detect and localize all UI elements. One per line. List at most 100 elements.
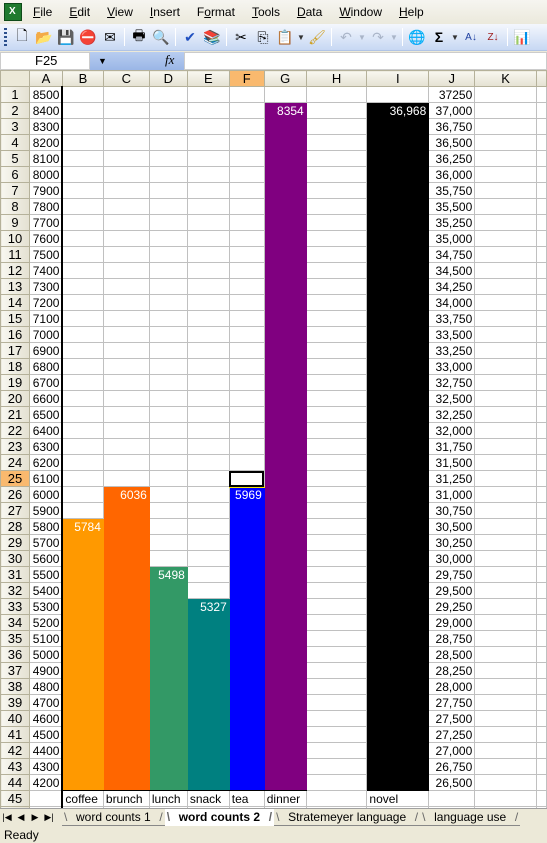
bar-brunch[interactable] [102, 630, 150, 647]
row-header-38[interactable]: 38 [0, 678, 30, 695]
cell-d6[interactable] [148, 166, 188, 183]
row-header-16[interactable]: 16 [0, 326, 30, 343]
cell-l43[interactable] [535, 758, 547, 775]
cell-a17[interactable]: 6900 [28, 342, 64, 359]
cell-a21[interactable]: 6500 [28, 406, 64, 423]
bar-coffee[interactable] [61, 758, 104, 775]
cell-j36[interactable]: 28,500 [428, 646, 476, 663]
cell-h9[interactable] [305, 214, 368, 231]
cell-j31[interactable]: 29,750 [428, 566, 476, 583]
cell-k21[interactable] [474, 406, 537, 423]
cell-e6[interactable] [186, 166, 230, 183]
menu-help[interactable]: Help [398, 3, 425, 21]
row-header-10[interactable]: 10 [0, 230, 30, 247]
cell-k45[interactable] [474, 790, 537, 807]
first-sheet-icon[interactable]: |◀ [0, 812, 14, 823]
cell-k43[interactable] [474, 758, 537, 775]
cell-b26[interactable] [61, 486, 104, 503]
bar-novel[interactable] [366, 166, 430, 183]
cell-c13[interactable] [102, 278, 150, 295]
bar-dinner[interactable] [263, 326, 307, 343]
row-header-42[interactable]: 42 [0, 742, 30, 759]
row-header-31[interactable]: 31 [0, 566, 30, 583]
cell-e31[interactable] [186, 566, 230, 583]
cell-c6[interactable] [102, 166, 150, 183]
cell-f11[interactable] [228, 246, 265, 263]
cell-h41[interactable] [305, 726, 368, 743]
cell-e19[interactable] [186, 374, 230, 391]
cell-h1[interactable] [305, 86, 368, 103]
bar-dinner[interactable] [263, 662, 307, 679]
cell-f24[interactable] [228, 454, 265, 471]
bar-tea[interactable] [228, 582, 265, 599]
cell-f23[interactable] [228, 438, 265, 455]
bar-dinner[interactable] [263, 678, 307, 695]
bar-coffee[interactable] [61, 566, 104, 583]
bar-brunch[interactable] [102, 774, 150, 791]
bar-novel[interactable] [366, 470, 430, 487]
cell-h12[interactable] [305, 262, 368, 279]
cell-e20[interactable] [186, 390, 230, 407]
cell-d26[interactable] [148, 486, 188, 503]
cell-a30[interactable]: 5600 [28, 550, 64, 567]
bar-lunch[interactable] [148, 710, 188, 727]
bar-novel[interactable]: 36,968 [366, 102, 430, 119]
cell-h19[interactable] [305, 374, 368, 391]
bar-dinner[interactable] [263, 438, 307, 455]
bar-novel[interactable] [366, 758, 430, 775]
cell-h40[interactable] [305, 710, 368, 727]
cut-icon[interactable]: ✂ [230, 26, 252, 48]
bar-novel[interactable] [366, 326, 430, 343]
cell-j10[interactable]: 35,000 [428, 230, 476, 247]
cell-h6[interactable] [305, 166, 368, 183]
select-all-corner[interactable] [0, 70, 30, 87]
cell-j15[interactable]: 33,750 [428, 310, 476, 327]
cell-d7[interactable] [148, 182, 188, 199]
bar-tea[interactable] [228, 774, 265, 791]
cell-l7[interactable] [535, 182, 547, 199]
bar-dinner[interactable] [263, 422, 307, 439]
row-header-3[interactable]: 3 [0, 118, 30, 135]
bar-snack[interactable]: 5327 [186, 598, 230, 615]
bar-novel[interactable] [366, 406, 430, 423]
row-header-28[interactable]: 28 [0, 518, 30, 535]
cell-k9[interactable] [474, 214, 537, 231]
cell-d9[interactable] [148, 214, 188, 231]
cell-a36[interactable]: 5000 [28, 646, 64, 663]
cell-c14[interactable] [102, 294, 150, 311]
bar-dinner[interactable] [263, 630, 307, 647]
cell-f18[interactable] [228, 358, 265, 375]
cell-d23[interactable] [148, 438, 188, 455]
cell-k41[interactable] [474, 726, 537, 743]
bar-coffee[interactable] [61, 550, 104, 567]
cell-a41[interactable]: 4500 [28, 726, 64, 743]
open-icon[interactable]: 📂 [33, 26, 55, 48]
cell-b17[interactable] [61, 342, 104, 359]
cell-j38[interactable]: 28,000 [428, 678, 476, 695]
row-header-9[interactable]: 9 [0, 214, 30, 231]
cell-b3[interactable] [61, 118, 104, 135]
fx-icon[interactable]: fx [163, 51, 184, 70]
cell-k32[interactable] [474, 582, 537, 599]
cell-e30[interactable] [186, 550, 230, 567]
copy-icon[interactable]: ⎘ [252, 26, 274, 48]
cell-h4[interactable] [305, 134, 368, 151]
cell-j25[interactable]: 31,250 [428, 470, 476, 487]
bar-snack[interactable] [186, 742, 230, 759]
cell-l34[interactable] [535, 614, 547, 631]
cell-l26[interactable] [535, 486, 547, 503]
bar-label-brunch[interactable]: brunch [102, 790, 150, 807]
cell-a19[interactable]: 6700 [28, 374, 64, 391]
row-header-32[interactable]: 32 [0, 582, 30, 599]
cell-k10[interactable] [474, 230, 537, 247]
cell-a6[interactable]: 8000 [28, 166, 64, 183]
cell-l44[interactable] [535, 774, 547, 791]
cell-c20[interactable] [102, 390, 150, 407]
cell-h45[interactable] [305, 790, 368, 807]
bar-novel[interactable] [366, 230, 430, 247]
bar-novel[interactable] [366, 246, 430, 263]
cell-a18[interactable]: 6800 [28, 358, 64, 375]
bar-snack[interactable] [186, 678, 230, 695]
cell-l3[interactable] [535, 118, 547, 135]
cell-l31[interactable] [535, 566, 547, 583]
